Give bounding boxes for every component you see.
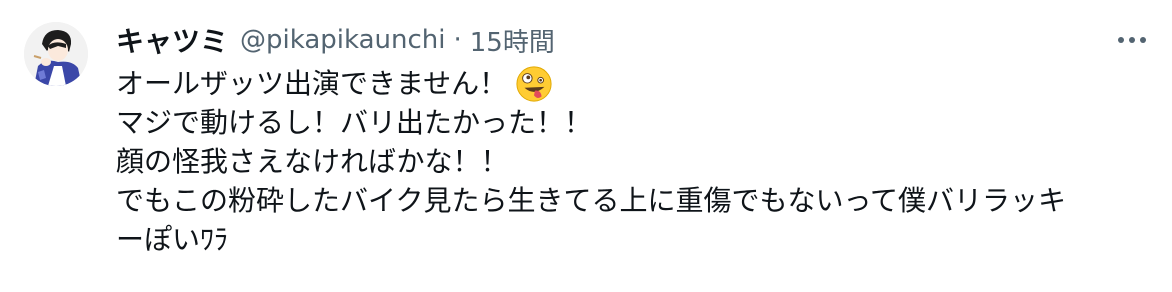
tweet-line-text: 顔の怪我さえなければかな！！ bbox=[116, 145, 509, 178]
tweet-line-text: ーぽいﾜﾗ bbox=[116, 223, 229, 256]
tweet-text: オールザッツ出演できません！ マジで動けるし！バリ出たかった！！ 顔の怪我さえな… bbox=[116, 64, 1156, 259]
tweet-line-text: でもこの粉砕したバイク見たら生きてる上に重傷でもないって僕バリラッキ bbox=[116, 184, 1067, 217]
tweet[interactable]: キャツミ @pikapikaunchi · 15時間 オールザッツ出演できません… bbox=[0, 0, 1172, 292]
tweet-line: ーぽいﾜﾗ bbox=[116, 220, 1156, 259]
avatar[interactable] bbox=[24, 22, 88, 86]
user-handle[interactable]: @pikapikaunchi bbox=[240, 25, 445, 55]
tweet-header: キャツミ @pikapikaunchi · 15時間 bbox=[116, 20, 555, 60]
zany-face-emoji-icon bbox=[516, 65, 552, 102]
more-options-button[interactable] bbox=[1104, 20, 1160, 60]
tweet-line: でもこの粉砕したバイク見たら生きてる上に重傷でもないって僕バリラッキ bbox=[116, 181, 1156, 220]
display-name[interactable]: キャツミ bbox=[116, 20, 228, 60]
tweet-line: オールザッツ出演できません！ bbox=[116, 64, 1156, 103]
avatar-illustration-icon bbox=[24, 22, 88, 86]
more-options-icon bbox=[1118, 37, 1146, 43]
tweet-line: マジで動けるし！バリ出たかった！！ bbox=[116, 103, 1156, 142]
timestamp[interactable]: 15時間 bbox=[470, 22, 555, 59]
tweet-line-text: マジで動けるし！バリ出たかった！！ bbox=[116, 106, 593, 139]
separator-dot: · bbox=[453, 25, 462, 55]
tweet-line-text: オールザッツ出演できません！ bbox=[116, 67, 508, 100]
tweet-line: 顔の怪我さえなければかな！！ bbox=[116, 142, 1156, 181]
